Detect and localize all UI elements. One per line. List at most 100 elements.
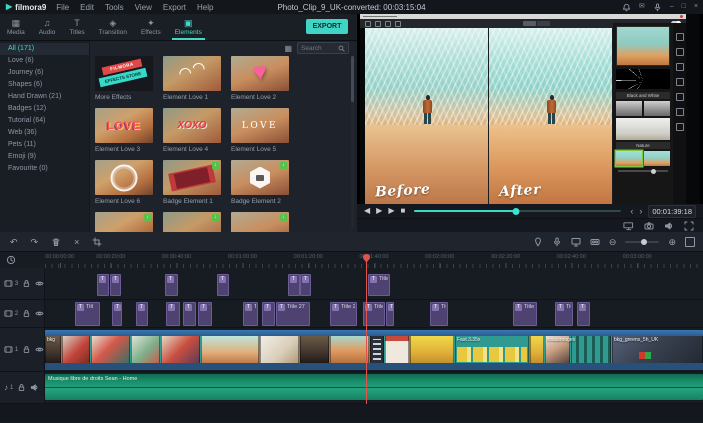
video-clip-segment[interactable]: Fast 3.35x	[455, 336, 529, 363]
sidebar-item-pets[interactable]: Pets (11)	[0, 139, 89, 151]
title-clip[interactable]: T	[288, 274, 300, 296]
title-clip[interactable]: T	[136, 302, 148, 326]
timeline-ruler[interactable]: 00:00:00:00 00:00:20:00 00:00:40:00 00:01:0…	[45, 252, 703, 268]
audio-clip[interactable]: Musique libre de droits Sean - Home	[45, 374, 703, 400]
video-clip-segment[interactable]	[91, 336, 130, 363]
video-clip-segment[interactable]	[385, 336, 409, 363]
menu-file[interactable]: File	[56, 3, 69, 12]
element-item[interactable]: FILMORA EFFECTS STORE More Effects	[95, 56, 153, 108]
element-item[interactable]: ↓	[231, 212, 289, 232]
title-clip[interactable]: T	[166, 302, 180, 326]
next-frame-button[interactable]: ▶	[388, 204, 394, 218]
tab-elements[interactable]: ▣ Elements	[168, 14, 209, 40]
dual-monitor-icon[interactable]	[623, 221, 634, 231]
title-clip[interactable]: TTitle	[555, 302, 573, 326]
mark-out-icon[interactable]: ›	[639, 204, 642, 218]
tab-transition[interactable]: ◈ Transition	[92, 14, 134, 40]
element-item[interactable]: Element Love 1	[163, 56, 221, 108]
menu-help[interactable]: Help	[197, 3, 213, 12]
mark-in-icon[interactable]: ‹	[630, 204, 633, 218]
sidebar-item-shapes[interactable]: Shapes (6)	[0, 79, 89, 91]
title-clip[interactable]: T	[110, 274, 121, 296]
element-item[interactable]: ↓ Badge Element 1	[163, 160, 221, 212]
playhead[interactable]	[363, 254, 370, 404]
element-item[interactable]: ♥ Element Love 2	[231, 56, 289, 108]
redo-icon[interactable]: ↷	[31, 232, 39, 252]
trash-icon[interactable]	[51, 237, 61, 247]
title-clip[interactable]: T	[386, 302, 394, 326]
tab-effects[interactable]: ✦ Effects	[134, 14, 168, 40]
track-lane[interactable]: bkg Fast 3.35x visualrouges bkg_greens_5h_U…	[45, 328, 703, 371]
sidebar-item-tutorial[interactable]: Tutorial (64)	[0, 115, 89, 127]
track-lane[interactable]: TTitlTTTTTTiTTitlTTiTTitle 27TTitle 2TTi…	[45, 300, 703, 327]
video-clip-segment[interactable]	[410, 336, 454, 363]
title-clip[interactable]: TTitle	[368, 274, 390, 296]
eye-icon[interactable]	[35, 309, 44, 318]
seek-handle[interactable]	[512, 207, 520, 215]
crop-icon[interactable]	[92, 237, 102, 247]
sidebar-item-all[interactable]: All (171)	[0, 43, 89, 55]
snapshot-camera-icon[interactable]	[644, 221, 654, 231]
seek-bar[interactable]	[414, 207, 622, 215]
title-clip[interactable]: TTitle 27	[513, 302, 537, 326]
video-clip-segment[interactable]	[62, 336, 90, 363]
menu-view[interactable]: View	[135, 3, 152, 12]
tab-titles[interactable]: T Titles	[62, 14, 91, 40]
film-cartridge-icon[interactable]	[590, 237, 600, 247]
element-item[interactable]: LOVE Element Love 5	[231, 108, 289, 160]
zoom-out-icon[interactable]: ⊖	[609, 232, 617, 252]
marker-icon[interactable]	[533, 237, 543, 247]
main-video-clip[interactable]: bkg Fast 3.35x visualrouges bkg_greens_5h_U…	[45, 330, 703, 370]
title-clip[interactable]: TTitle	[430, 302, 448, 326]
title-clip[interactable]: TTitl	[243, 302, 258, 326]
tab-audio[interactable]: ♫ Audio	[32, 14, 63, 40]
fit-timeline-icon[interactable]	[685, 236, 695, 247]
previous-frame-button[interactable]: ◀	[364, 204, 370, 218]
grid-view-icon[interactable]: ▦	[284, 44, 292, 53]
zoom-slider-handle[interactable]	[640, 238, 647, 245]
video-clip-segment[interactable]	[131, 336, 160, 363]
track-lane[interactable]: Musique libre de droits Sean - Home	[45, 372, 703, 403]
mic-icon[interactable]	[653, 2, 662, 12]
video-clip-segment[interactable]	[330, 336, 369, 363]
mail-icon[interactable]: ✉	[639, 2, 645, 12]
play-button[interactable]: ▶	[376, 204, 382, 218]
sidebar-item-hand[interactable]: Hand Drawn (21)	[0, 91, 89, 103]
title-clip[interactable]: T	[97, 274, 109, 296]
delete-icon[interactable]: ×	[74, 232, 79, 252]
minimize-button[interactable]: –	[670, 2, 674, 12]
fullscreen-icon[interactable]	[684, 221, 694, 231]
video-clip-segment[interactable]	[530, 336, 544, 363]
title-clip[interactable]: TTi	[198, 302, 212, 326]
video-clip-segment[interactable]	[260, 336, 299, 363]
title-clip[interactable]: T	[112, 302, 122, 326]
element-item[interactable]: XOXO Element Love 4	[163, 108, 221, 160]
element-item[interactable]: ↓	[95, 212, 153, 232]
sidebar-item-emoji[interactable]: Emoji (9)	[0, 151, 89, 163]
lock-icon[interactable]	[22, 279, 31, 288]
video-clip-segment[interactable]: bkg	[45, 336, 61, 363]
video-clip-segment[interactable]	[161, 336, 200, 363]
title-clip[interactable]: T	[217, 274, 229, 296]
eye-icon[interactable]	[35, 279, 44, 288]
maximize-button[interactable]: □	[682, 2, 686, 12]
sidebar-item-badges[interactable]: Badges (12)	[0, 103, 89, 115]
scrollbar-thumb[interactable]	[351, 56, 354, 102]
lock-icon[interactable]	[17, 383, 26, 392]
eye-icon[interactable]	[35, 345, 44, 354]
export-button[interactable]: EXPORT	[306, 19, 348, 34]
title-clip[interactable]: TTi	[262, 302, 275, 326]
stop-button[interactable]: ■	[400, 204, 405, 218]
sidebar-item-journey[interactable]: Journey (6)	[0, 67, 89, 79]
timeline-marker-icon[interactable]	[6, 255, 16, 265]
timeline-zoom-slider[interactable]	[625, 238, 660, 245]
volume-icon[interactable]	[664, 221, 674, 231]
title-clip[interactable]: T	[165, 274, 178, 296]
title-clip[interactable]: T Title 2	[330, 302, 357, 326]
video-clip-segment[interactable]: bkg_greens_5h_UK	[612, 336, 703, 363]
title-clip[interactable]: TTi	[577, 302, 590, 326]
element-item[interactable]: Element Love 6	[95, 160, 153, 212]
close-button[interactable]: ×	[694, 2, 698, 12]
bell-icon[interactable]	[622, 3, 631, 12]
sidebar-item-favourite[interactable]: Favourite (0)	[0, 163, 89, 175]
